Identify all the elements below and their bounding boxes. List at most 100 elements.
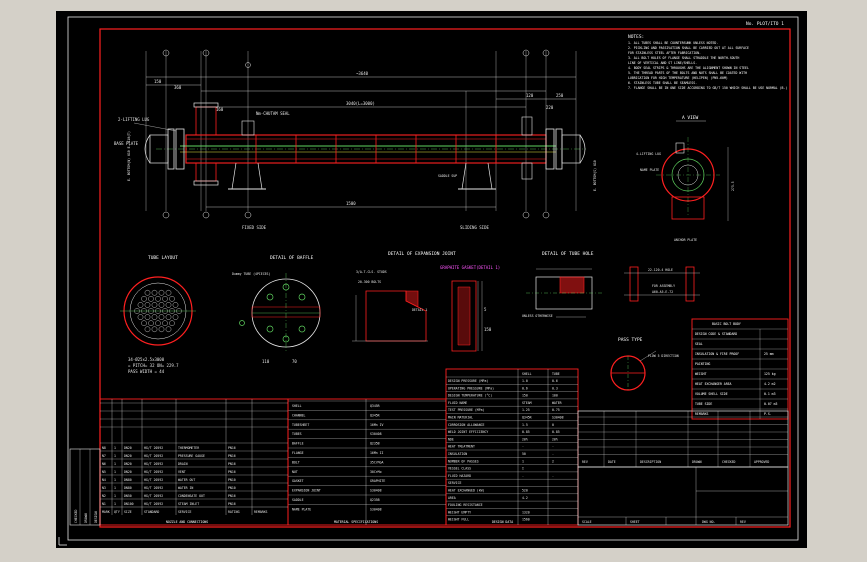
- bom-row-label: HEAT EXCHANGER AREA: [695, 382, 732, 386]
- nozzle-cell: 1: [114, 462, 116, 466]
- material-row-grade: GRAPHITE: [370, 479, 385, 483]
- material-row-part: NUT: [292, 470, 298, 474]
- nozzle-cell: HG/T 20592: [144, 470, 163, 474]
- bom-table: BASIC BOLT BODY DESIGN CODE & STANDARD SE…: [691, 318, 789, 420]
- nozzle-cell: DN80: [124, 486, 132, 490]
- nozzle-cell: STEAM INLET: [178, 502, 199, 506]
- nozzle-cell: WATER IN: [178, 486, 193, 490]
- note-8: LUBRICATION FOR HIGH TEMPERATURE (HELIPE…: [628, 76, 728, 80]
- nozzle-col-head: SERVICE: [178, 510, 192, 514]
- a-view: A VIEW 4-LIFTING LUG NAME PLATE ANCHOR P…: [636, 115, 735, 242]
- tube-hole: [137, 314, 144, 320]
- side-dim-right: E. BOTTOM(S) 810: [593, 160, 597, 191]
- material-row-part: GASKET: [292, 479, 304, 483]
- lifting-lug-label: 2-LIFTING LUG: [118, 117, 150, 122]
- side-strip-1: CHECKED: [74, 509, 78, 523]
- tube-hole: [151, 302, 158, 308]
- material-row-part: TUBES: [292, 432, 302, 436]
- drawing-canvas[interactable]: No. PLOT/ITO 1 ~3640 3040(L=3000) 150 36…: [56, 11, 807, 548]
- tube-hole: [169, 320, 175, 326]
- material-row-grade: Q345R: [370, 404, 380, 408]
- design-row-tube: -: [552, 452, 554, 456]
- tube-hole-title: DETAIL OF TUBE HOLE: [542, 251, 594, 257]
- nozzle-cell: 1: [114, 502, 116, 506]
- tube-hole: [172, 302, 179, 308]
- nozzle-col-head: REMARKS: [254, 510, 268, 514]
- material-row-grade: S30408: [370, 507, 382, 511]
- nozzle-cell: N6: [102, 462, 106, 466]
- design-row-tube: 0.6: [552, 379, 558, 383]
- expansion-dim-2: 20-300 BOLTS: [358, 280, 381, 284]
- nozzle-cell: N7: [102, 454, 106, 458]
- flange-label-1: 22-120-4 HOLE: [648, 268, 673, 272]
- design-row-tube: -: [552, 445, 554, 449]
- tube-hole: [137, 302, 144, 308]
- design-row-shell: 1: [522, 459, 524, 463]
- tube-hole: [148, 296, 154, 302]
- material-row-grade: S30408: [370, 432, 382, 436]
- bom-row-value: 0.1 m3: [764, 392, 776, 396]
- rev-h-2: DESCRIPTION: [640, 460, 661, 464]
- bom-row-label: WEIGHT: [695, 372, 707, 376]
- dim-top-3: 160: [216, 107, 224, 112]
- design-row-label: TEST PRESSURE (MPa): [448, 408, 485, 412]
- nozzle-cell: PN16: [228, 494, 236, 498]
- note-1: 1. ALL TUBES SHALL BE COUNTERSUNK UNLESS…: [628, 41, 718, 45]
- design-head-shell: SHELL: [522, 372, 532, 376]
- design-row-label: HEAT EXCHANGED (kW): [448, 489, 485, 493]
- tube-hole: [151, 289, 158, 296]
- nozzle-title: NOZZLE AND CONNECTIONS: [166, 520, 208, 524]
- expansion-dim-3: 5: [484, 307, 487, 312]
- inner-dim: 3040(L=3000): [346, 101, 375, 106]
- nozzle-col-head: QTY: [114, 510, 120, 514]
- pass-type: PASS TYPE FLOW 5 DIRECTION: [610, 337, 679, 391]
- tube-passes: PASS WIDTH = 44: [128, 369, 165, 374]
- tube-hole: [151, 314, 158, 320]
- tb-scale: SCALE: [582, 520, 592, 524]
- note-9: 6. STAINLESS TUBE SHALL BE SEAMLESS.: [628, 81, 697, 85]
- shell-label: Nm-CHUTAM SEAL: [256, 111, 290, 116]
- rev-h-3: DRAWN: [692, 460, 702, 464]
- nozzle-cell: DN20: [124, 454, 132, 458]
- design-row-label: NDE: [448, 437, 454, 441]
- tube-hole: [162, 296, 168, 302]
- design-row-label: INSULATION: [448, 452, 467, 456]
- nozzle-cell: 1: [114, 470, 116, 474]
- material-row-part: SHELL: [292, 404, 302, 408]
- design-row-shell: 520: [522, 489, 528, 493]
- side-strip-2: DRAWN: [84, 513, 88, 523]
- nozzle-cell: N1: [102, 502, 106, 506]
- nozzle-cell: 1: [114, 478, 116, 482]
- nozzle-cell: DN80: [124, 478, 132, 482]
- nozzle-cell: DN20: [124, 462, 132, 466]
- design-row-shell: -: [522, 474, 524, 478]
- pass-type-title: PASS TYPE: [618, 337, 643, 343]
- nozzle-cell: PRESSURE GAUGE: [178, 454, 205, 458]
- tube-hole: [165, 289, 172, 296]
- nozzle-cell: 1: [114, 486, 116, 490]
- nozzle-cell: PN10: [228, 478, 236, 482]
- rev-h-0: REV: [582, 460, 588, 464]
- tube-hole: [155, 296, 161, 302]
- nozzle-cell: HG/T 20592: [144, 462, 163, 466]
- a-view-name-plate: NAME PLATE: [640, 168, 659, 172]
- nozzle-cell: HG/T 20592: [144, 486, 163, 490]
- ucs-icon: [58, 537, 67, 546]
- design-row-label: NUMBER OF PASSES: [448, 459, 479, 463]
- design-data-table: SHELL TUBE DESIGN PRESSURE (MPa) 1.0 0.6 OP…: [445, 368, 579, 526]
- nozzle-cell: DN100: [124, 502, 134, 506]
- note-3: FOR STAINLESS STEEL AFTER FABRICATION.: [628, 51, 701, 55]
- tube-hole: [158, 289, 165, 296]
- material-title: MATERIAL SPECIFICATIONS: [334, 520, 378, 524]
- nozzle-cell: 1: [114, 446, 116, 450]
- design-row-tube: 0.3: [552, 386, 558, 390]
- design-row-shell: 4.2: [522, 496, 528, 500]
- rev-h-4: CHECKED: [722, 460, 736, 464]
- design-row-tube: 100: [552, 394, 558, 398]
- nozzle-cell: PN16: [228, 446, 236, 450]
- material-row-grade: 16Mn II: [370, 451, 384, 455]
- design-row-shell: STEAM: [522, 401, 532, 405]
- nozzle-cell: DRAIN: [178, 462, 188, 466]
- nozzle-cell: WATER OUT: [178, 478, 195, 482]
- tube-hole: [165, 326, 172, 333]
